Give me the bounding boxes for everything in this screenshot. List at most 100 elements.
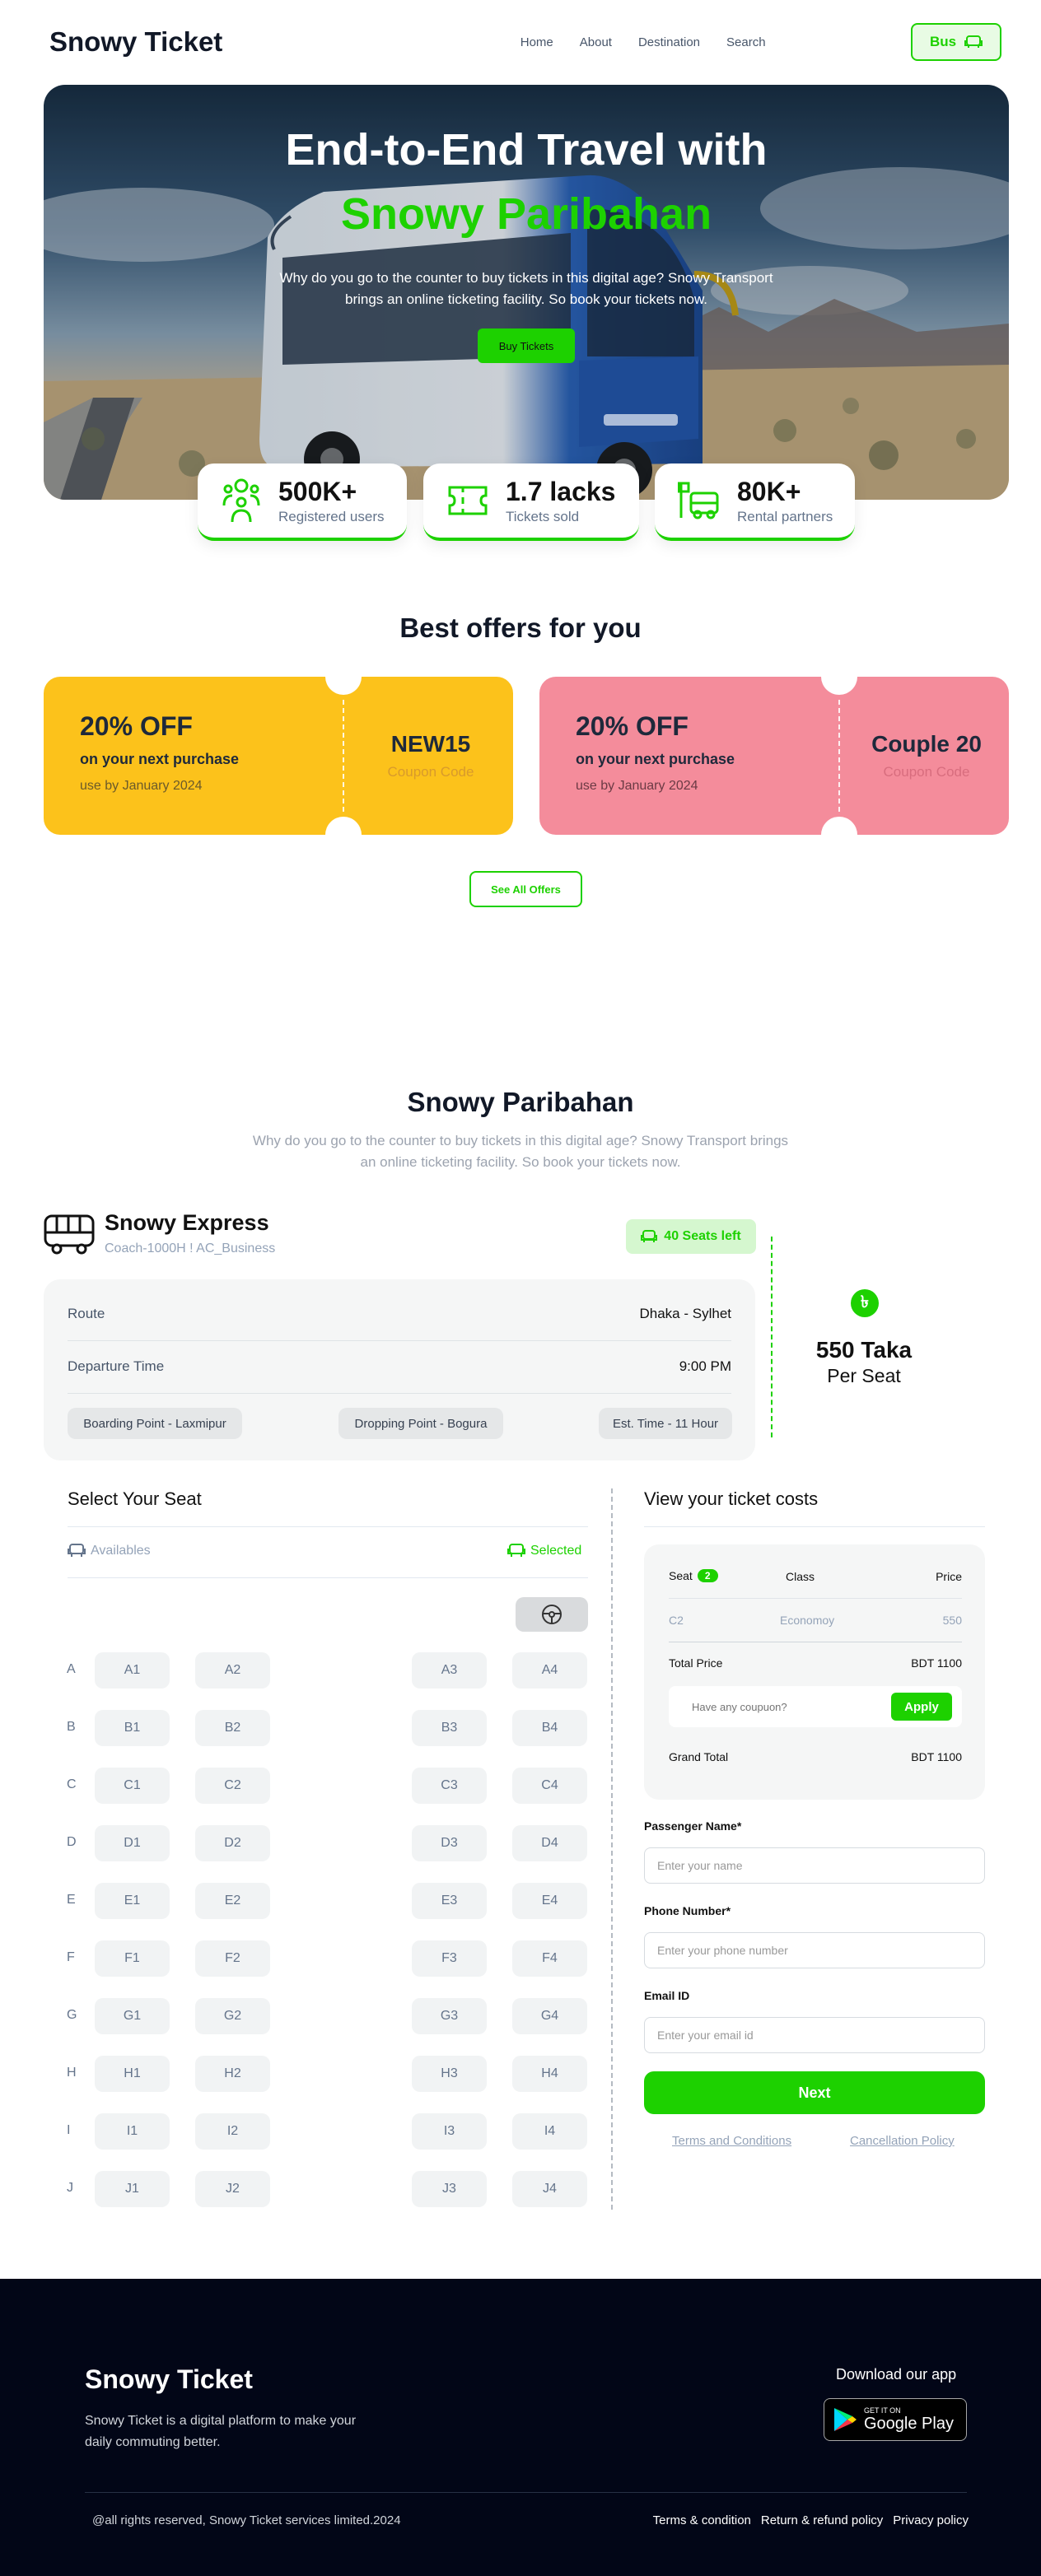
seat-E2[interactable]: E2 [195,1883,270,1919]
email-input[interactable]: Enter your email id [644,2017,985,2053]
driver-seat [516,1597,588,1632]
seat-C3[interactable]: C3 [412,1768,487,1804]
seat-D2[interactable]: D2 [195,1825,270,1861]
footer-logo[interactable]: Snowy Ticket [85,2364,253,2395]
seat-D3[interactable]: D3 [412,1825,487,1861]
seat-I2[interactable]: I2 [195,2113,270,2150]
seat-row-label: H [67,2066,77,2080]
paribahan-title: Snowy Paribahan [407,1087,634,1117]
footer-refund-link[interactable]: Return & refund policy [761,2513,883,2527]
footer-terms-link[interactable]: Terms & condition [653,2513,751,2527]
coupon-card-new15[interactable]: 20% OFF on your next purchase use by Jan… [44,677,513,835]
seat-E4[interactable]: E4 [512,1883,587,1919]
seats-left-badge: 40 Seats left [626,1219,756,1254]
seat-J2[interactable]: J2 [195,2171,270,2207]
offers-title: Best offers for you [399,613,642,643]
express-coach-code: Coach-1000H ! AC_Business [105,1241,276,1255]
seat-G2[interactable]: G2 [195,1998,270,2034]
footer-privacy-link[interactable]: Privacy policy [893,2513,969,2527]
apply-button[interactable]: Apply [891,1693,952,1721]
grand-total-value: BDT 1100 [911,1750,962,1763]
coupon-divider [838,700,840,812]
seat-G1[interactable]: G1 [95,1998,170,2034]
seat-F2[interactable]: F2 [195,1940,270,1977]
seat-J1[interactable]: J1 [95,2171,170,2207]
nav-about[interactable]: About [580,35,612,49]
est-time-chip: Est. Time - 11 Hour [599,1408,732,1439]
route-card: Route Dhaka - Sylhet Departure Time 9:00… [44,1279,755,1460]
hero-title-line2: Snowy Paribahan [340,189,712,239]
seat-A2[interactable]: A2 [195,1652,270,1689]
stat-card-tickets: 1.7 lacks Tickets sold [423,463,639,541]
phone-number-label: Phone Number* [644,1904,731,1917]
seat-G4[interactable]: G4 [512,1998,587,2034]
route-value: Dhaka - Sylhet [639,1306,732,1321]
seat-H2[interactable]: H2 [195,2056,270,2092]
seat-B1[interactable]: B1 [95,1710,170,1746]
seat-I1[interactable]: I1 [95,2113,170,2150]
express-name: Snowy Express [105,1210,269,1235]
seat-E1[interactable]: E1 [95,1883,170,1919]
seat-A4[interactable]: A4 [512,1652,587,1689]
seat-C2[interactable]: C2 [195,1768,270,1804]
nav-search[interactable]: Search [726,35,766,49]
seat-H3[interactable]: H3 [412,2056,487,2092]
stat-text-users: 500K+ Registered users [278,477,385,525]
site-logo[interactable]: Snowy Ticket [49,26,222,58]
divider [669,1598,962,1599]
legend-available-label: Availables [91,1544,151,1558]
seat-B4[interactable]: B4 [512,1710,587,1746]
divider [68,1340,731,1341]
buy-tickets-button[interactable]: Buy Tickets [478,328,575,363]
taka-icon: ৳ [851,1289,879,1317]
costs-title: View your ticket costs [644,1488,819,1509]
coupon-discount: 20% OFF [80,711,193,741]
phone-number-input[interactable]: Enter your phone number [644,1932,985,1968]
coupon-card-couple20[interactable]: 20% OFF on your next purchase use by Jan… [539,677,1009,835]
terms-link[interactable]: Terms and Conditions [672,2134,791,2148]
coupon-notch [325,817,362,835]
seat-D4[interactable]: D4 [512,1825,587,1861]
seat-G3[interactable]: G3 [412,1998,487,2034]
seat-F1[interactable]: F1 [95,1940,170,1977]
nav-destination[interactable]: Destination [638,35,700,49]
seat-A1[interactable]: A1 [95,1652,170,1689]
seat-E3[interactable]: E3 [412,1883,487,1919]
nav-home[interactable]: Home [520,35,553,49]
item-seat: C2 [669,1614,684,1627]
coupon-input[interactable] [677,1694,875,1719]
passenger-name-input[interactable]: Enter your name [644,1847,985,1884]
coupon-notch [821,677,857,695]
see-all-offers-button[interactable]: See All Offers [469,871,582,907]
seat-J3[interactable]: J3 [412,2171,487,2207]
seat-I4[interactable]: I4 [512,2113,587,2150]
stat-label-tickets: Tickets sold [506,508,580,524]
bus-button[interactable]: Bus [911,23,1001,61]
seat-C1[interactable]: C1 [95,1768,170,1804]
seat-F3[interactable]: F3 [412,1940,487,1977]
seat-F4[interactable]: F4 [512,1940,587,1977]
seat-H1[interactable]: H1 [95,2056,170,2092]
item-price: 550 [942,1614,962,1627]
stat-text-tickets: 1.7 lacks Tickets sold [506,477,615,525]
seat-A3[interactable]: A3 [412,1652,487,1689]
next-button[interactable]: Next [644,2071,985,2114]
stat-value-users: 500K+ [278,476,357,506]
grand-total-label: Grand Total [669,1750,729,1763]
seat-B3[interactable]: B3 [412,1710,487,1746]
seats-left-text: 40 Seats left [664,1229,741,1243]
google-play-button[interactable]: GET IT ON Google Play [824,2398,967,2441]
google-play-label: Google Play [864,2414,954,2433]
cancellation-link[interactable]: Cancellation Policy [850,2134,955,2148]
seat-C4[interactable]: C4 [512,1768,587,1804]
price-header: Price [936,1570,962,1583]
get-it-on-text: GET IT ON [864,2406,901,2415]
seat-row-label: I [67,2123,71,2137]
seat-J4[interactable]: J4 [512,2171,587,2207]
coupon-line1: on your next purchase [576,751,735,767]
seat-I3[interactable]: I3 [412,2113,487,2150]
seat-H4[interactable]: H4 [512,2056,587,2092]
seat-D1[interactable]: D1 [95,1825,170,1861]
seat-B2[interactable]: B2 [195,1710,270,1746]
stat-card-partners: 80K+ Rental partners [655,463,855,541]
